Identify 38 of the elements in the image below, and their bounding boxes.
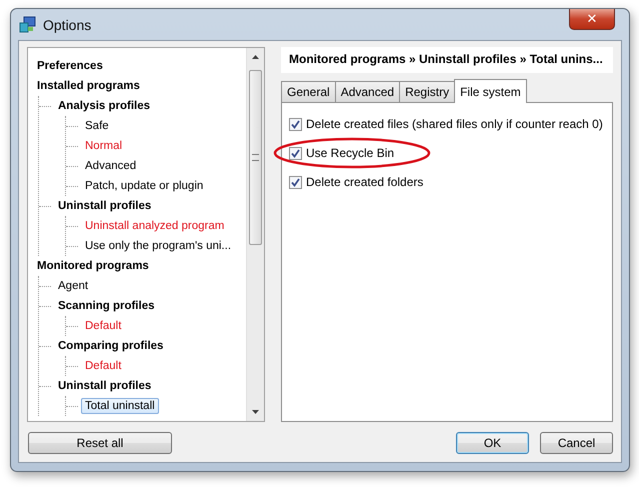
checkbox[interactable] [289, 146, 302, 160]
scroll-down-icon[interactable] [252, 410, 259, 414]
breadcrumb-header: Monitored programs » Uninstall profiles » Total unins... [281, 47, 613, 73]
tree-item[interactable]: Default [81, 318, 126, 334]
tree-item[interactable]: Analysis profiles [54, 98, 154, 114]
tab[interactable]: Advanced [334, 81, 400, 102]
tree-item[interactable]: Advanced [81, 158, 140, 174]
window-title: Options [43, 16, 92, 32]
reset-all-button[interactable]: Reset all [28, 432, 172, 454]
tree-item[interactable]: Monitored programs [33, 258, 153, 274]
scrollbar[interactable] [246, 48, 264, 421]
checkbox[interactable] [289, 118, 302, 130]
tree-item[interactable]: Comparing profiles [54, 338, 168, 354]
tree-item[interactable]: Patch, update or plugin [81, 178, 208, 194]
tree-item[interactable]: Agent [54, 278, 92, 294]
tree-item[interactable]: Total uninstall [81, 398, 159, 414]
scroll-up-icon[interactable] [252, 55, 259, 59]
tree-item[interactable]: Uninstall analyzed program [81, 218, 228, 234]
tree-item[interactable]: Uninstall profiles [54, 198, 156, 214]
tree-item[interactable]: Default [81, 358, 126, 374]
cancel-button[interactable]: Cancel [540, 432, 613, 454]
tree-item[interactable]: Scanning profiles [54, 298, 158, 314]
tree-item[interactable]: Safe [81, 118, 113, 134]
checkbox-label[interactable]: Delete created files (shared files only if counter reach 0) [306, 117, 603, 131]
window-app-icon [19, 16, 37, 34]
tab[interactable]: File system [454, 79, 527, 103]
tree-item[interactable]: Normal [81, 138, 126, 154]
checkbox[interactable] [289, 176, 302, 188]
tree-item[interactable]: Uninstall profiles [54, 378, 156, 394]
tree-item[interactable]: Installed programs [33, 78, 144, 94]
tree-item[interactable]: Use only the program's uni... [81, 238, 236, 254]
tab[interactable]: Registry [399, 81, 456, 102]
checkbox-label[interactable]: Delete created folders [306, 175, 424, 189]
ok-button[interactable]: OK [456, 432, 529, 454]
tab[interactable]: General [281, 81, 336, 102]
close-button[interactable]: ✕ [569, 9, 615, 30]
scroll-thumb[interactable] [249, 70, 262, 245]
tree-item[interactable]: Preferences [33, 58, 107, 74]
